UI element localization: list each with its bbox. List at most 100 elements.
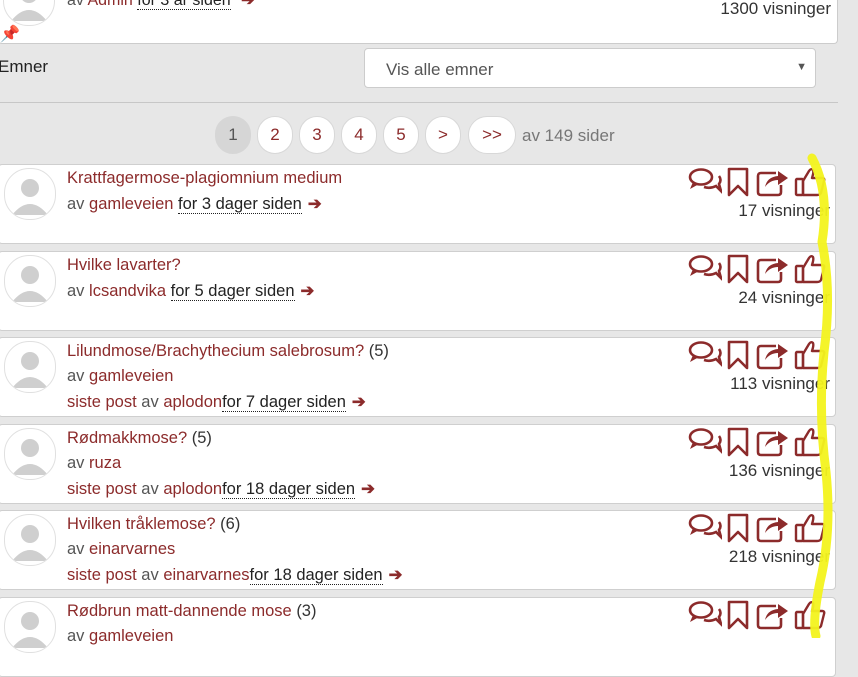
- bookmark-icon[interactable]: [726, 600, 750, 630]
- topic-title-link[interactable]: Rødmakkmose?: [67, 429, 187, 447]
- bookmark-icon[interactable]: [726, 340, 750, 370]
- share-icon[interactable]: [756, 513, 790, 543]
- topic-card: Lilundmose/Brachythecium salebrosum? (5)…: [0, 337, 836, 417]
- timestamp: for 7 dager siden: [222, 393, 346, 412]
- share-icon[interactable]: [756, 600, 790, 630]
- filter-label: Emner: [0, 57, 49, 76]
- by-label: av: [67, 367, 85, 385]
- bookmark-icon[interactable]: [726, 427, 750, 457]
- author-link[interactable]: ruza: [89, 454, 121, 472]
- topic-title-link[interactable]: Hvilke lavarter?: [67, 256, 181, 274]
- comments-icon[interactable]: [688, 167, 722, 195]
- thumbs-up-icon[interactable]: [794, 254, 826, 284]
- author-link[interactable]: gamleveien: [89, 627, 173, 645]
- thumbs-up-icon[interactable]: [794, 427, 826, 457]
- select-value: Vis alle emner: [386, 60, 494, 79]
- arrow-right-icon[interactable]: ➔: [301, 282, 315, 300]
- next-page-button[interactable]: >: [425, 116, 461, 154]
- timestamp: for 3 år siden: [137, 0, 231, 10]
- arrow-right-icon[interactable]: ➔: [241, 0, 254, 9]
- by-label: av: [141, 566, 159, 584]
- thumbs-up-icon[interactable]: [794, 513, 826, 543]
- topic-card: Rødbrun matt-dannende mose (3) av gamleve…: [0, 597, 836, 677]
- topic-actions: [688, 165, 830, 197]
- topic-actions: [688, 598, 830, 630]
- last-post-label: siste post: [67, 393, 137, 411]
- topic-filter-select[interactable]: Vis alle emner ▼: [364, 48, 816, 88]
- share-icon[interactable]: [756, 167, 790, 197]
- author-link[interactable]: gamleveien: [89, 195, 173, 213]
- view-count: 136 visninger: [728, 461, 830, 480]
- author-link[interactable]: einarvarnes: [89, 540, 175, 558]
- topic-card: Krattfagermose-plagiomnium medium av gaml…: [0, 164, 836, 244]
- arrow-right-icon[interactable]: ➔: [308, 195, 322, 213]
- comments-icon[interactable]: [688, 513, 722, 541]
- by-label: av: [67, 627, 85, 645]
- topic-title-line: Rødmakkmose? (5): [67, 429, 212, 448]
- last-post-user-link[interactable]: aplodon: [163, 480, 222, 498]
- comments-icon[interactable]: [688, 254, 722, 282]
- avatar[interactable]: [4, 255, 56, 307]
- by-label: av: [141, 393, 159, 411]
- topic-title-line: Hvilken tråklemose? (6): [67, 515, 240, 534]
- comments-icon[interactable]: [688, 427, 722, 455]
- timestamp: for 5 dager siden: [170, 282, 295, 301]
- divider: [0, 102, 838, 103]
- author-link[interactable]: gamleveien: [89, 367, 173, 385]
- view-count: 24 visninger: [738, 288, 830, 307]
- topic-title-link[interactable]: Krattfagermose-plagiomnium medium: [67, 169, 342, 187]
- timestamp: for 18 dager siden: [222, 480, 356, 499]
- bookmark-icon[interactable]: [726, 167, 750, 197]
- share-icon[interactable]: [756, 427, 790, 457]
- share-icon[interactable]: [756, 340, 790, 370]
- page-1[interactable]: 1: [215, 116, 251, 154]
- thumbs-up-icon[interactable]: [794, 340, 826, 370]
- page-4[interactable]: 4: [341, 116, 377, 154]
- author-line: av gamleveien for 3 dager siden ➔: [67, 194, 322, 214]
- arrow-right-icon[interactable]: ➔: [361, 480, 375, 498]
- avatar[interactable]: [4, 601, 56, 653]
- arrow-right-icon[interactable]: ➔: [389, 566, 403, 584]
- author-line: av lcsandvika for 5 dager siden ➔: [67, 281, 314, 301]
- author-link[interactable]: Admin: [87, 0, 132, 9]
- arrow-right-icon[interactable]: ➔: [352, 393, 366, 411]
- topic-title-link[interactable]: Lilundmose/Brachythecium salebrosum?: [67, 342, 364, 360]
- last-page-button[interactable]: >>: [468, 116, 516, 154]
- last-post-user-link[interactable]: einarvarnes: [163, 566, 249, 584]
- topic-title-line: Lilundmose/Brachythecium salebrosum? (5): [67, 342, 389, 361]
- reply-count: (5): [368, 342, 389, 360]
- top-topic-card: av Admin for 3 år siden ➔ 1300 visninger: [0, 0, 838, 44]
- topic-title-link[interactable]: Rødbrun matt-dannende mose: [67, 602, 292, 620]
- avatar[interactable]: [4, 341, 56, 393]
- reply-count: (5): [191, 429, 212, 447]
- topic-title-line: Rødbrun matt-dannende mose (3): [67, 602, 316, 621]
- bookmark-icon[interactable]: [726, 513, 750, 543]
- author-line: av gamleveien: [67, 627, 173, 646]
- topic-actions: [688, 425, 830, 457]
- thumbs-up-icon[interactable]: [794, 600, 826, 630]
- view-count: 113 visninger: [730, 374, 830, 393]
- avatar[interactable]: [4, 514, 56, 566]
- avatar[interactable]: [3, 0, 55, 26]
- comments-icon[interactable]: [688, 340, 722, 368]
- bookmark-icon[interactable]: [726, 254, 750, 284]
- author-link[interactable]: lcsandvika: [89, 282, 166, 300]
- thumbs-up-icon[interactable]: [794, 167, 826, 197]
- by-label: av: [141, 480, 159, 498]
- page-5[interactable]: 5: [383, 116, 419, 154]
- last-post-user-link[interactable]: aplodon: [163, 393, 222, 411]
- pin-icon: 📌: [0, 26, 20, 43]
- last-post-line: siste post av aplodonfor 7 dager siden ➔: [67, 392, 366, 412]
- page-3[interactable]: 3: [299, 116, 335, 154]
- avatar[interactable]: [4, 428, 56, 480]
- topic-actions: [688, 252, 830, 284]
- topic-card: Hvilke lavarter? av lcsandvika for 5 dage…: [0, 251, 836, 331]
- avatar[interactable]: [4, 168, 56, 220]
- timestamp: for 18 dager siden: [249, 566, 383, 585]
- topic-card: Rødmakkmose? (5) av ruza siste post av apl…: [0, 424, 836, 504]
- page-2[interactable]: 2: [257, 116, 293, 154]
- author-line: av ruza: [67, 454, 121, 473]
- comments-icon[interactable]: [688, 600, 722, 628]
- topic-title-link[interactable]: Hvilken tråklemose?: [67, 515, 216, 533]
- share-icon[interactable]: [756, 254, 790, 284]
